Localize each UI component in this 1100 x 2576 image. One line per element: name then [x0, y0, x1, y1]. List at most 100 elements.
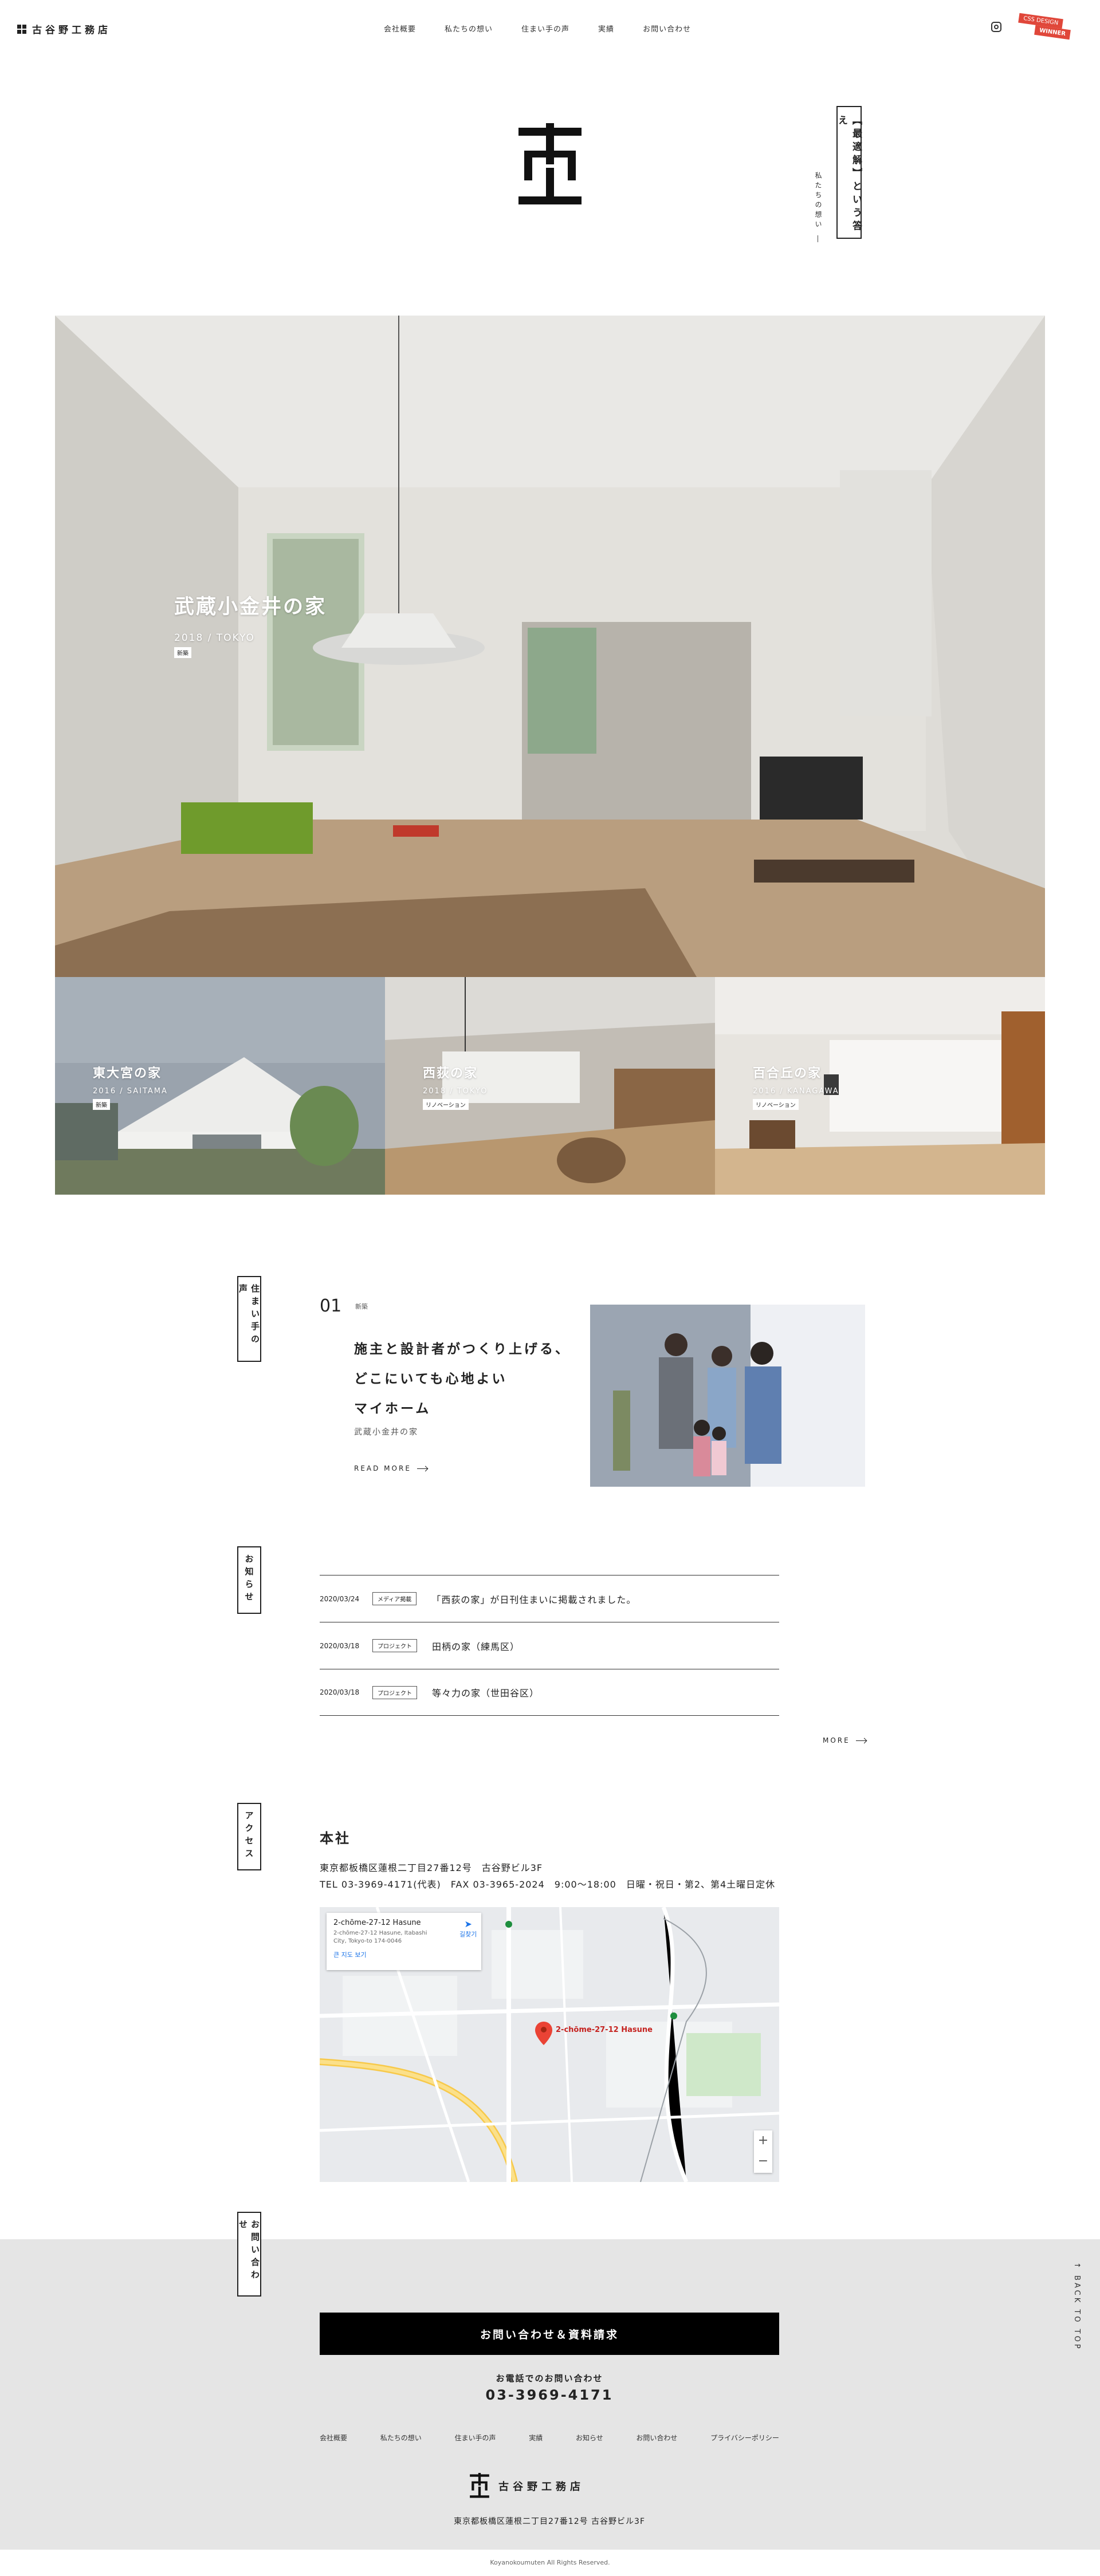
access-address: 東京都板橋区蓮根二丁目27番12号 古谷野ビル3F: [320, 1862, 543, 1873]
work-tile-title: 百合丘の家: [753, 1066, 822, 1081]
read-more-label: READ MORE: [354, 1464, 411, 1472]
award-ribbon-bottom: WINNER: [1034, 25, 1071, 40]
section-label-text: 住まい手の声: [238, 1284, 260, 1347]
voice-read-more-link[interactable]: READ MORE: [354, 1464, 427, 1472]
news-title: 「西荻の家」が日刊住まいに掲載されました。: [431, 1594, 637, 1605]
map-zoom-out-button[interactable]: −: [754, 2151, 772, 2172]
footer-nav-contact[interactable]: お問い合わせ: [636, 2433, 677, 2443]
nav-contact[interactable]: お問い合わせ: [643, 23, 691, 34]
work-tile-caption: 百合丘の家 2016 / KANAGAWA リノベーション: [753, 1063, 839, 1110]
news-category-badge: プロジェクト: [372, 1639, 417, 1652]
work-tile-yurigaoka[interactable]: 百合丘の家 2016 / KANAGAWA リノベーション: [715, 977, 1045, 1195]
more-label: MORE: [823, 1736, 850, 1744]
work-tile-badge: リノベーション: [753, 1099, 799, 1110]
tel-number-link[interactable]: 03-3969-4171: [320, 2387, 779, 2403]
voice-number: 01: [320, 1296, 342, 1316]
access-heading: 本社: [320, 1830, 351, 1846]
news-item[interactable]: 2020/03/18 プロジェクト 田柄の家（練馬区）: [320, 1622, 779, 1669]
voice-title-line: マイホーム: [354, 1401, 431, 1416]
tel-label: お電話でのお問い合わせ: [496, 2373, 603, 2384]
logo-mark-icon: [17, 24, 26, 34]
work-main-musashikoganei[interactable]: 武蔵小金井の家 2018 / TOKYO 新築: [55, 316, 1045, 977]
news-date: 2020/03/24: [320, 1594, 360, 1603]
voice-tag: 新築: [355, 1303, 368, 1310]
map-card-address: 2-chōme-27-12 Hasune, Itabashi City, Tok…: [333, 1930, 427, 1944]
work-tile-title: 西荻の家: [423, 1066, 478, 1081]
map-larger-link[interactable]: 큰 지도 보기: [333, 1950, 474, 1959]
work-tile-badge: リノベーション: [423, 1099, 469, 1110]
news-item[interactable]: 2020/03/24 メディア掲載 「西荻の家」が日刊住まいに掲載されました。: [320, 1575, 779, 1622]
family-photo: [590, 1305, 865, 1487]
back-to-top-label: BACK TO TOP: [1072, 2275, 1081, 2351]
news-item[interactable]: 2020/03/18 プロジェクト 等々力の家（世田谷区）: [320, 1669, 779, 1716]
work-tile-nishiogi[interactable]: 西荻の家 2018 / TOKYO リノベーション: [385, 977, 715, 1195]
global-nav: 会社概要 私たちの想い 住まい手の声 実績 お問い合わせ: [384, 23, 720, 34]
site-logo[interactable]: 古谷野工務店: [17, 22, 111, 36]
news-category-badge: メディア掲載: [372, 1592, 417, 1605]
map-pin-label: 2-chōme-27-12 Hasune: [556, 2026, 653, 2034]
voice-title-line: 施主と設計者がつくり上げる、: [354, 1342, 571, 1357]
news-category-badge: プロジェクト: [372, 1685, 417, 1699]
news-list: 2020/03/24 メディア掲載 「西荻の家」が日刊住まいに掲載されました。 …: [320, 1575, 779, 1716]
voice-house-name: 武蔵小金井の家: [354, 1428, 418, 1437]
section-label-news: お知らせ: [237, 1546, 261, 1614]
work-tile-caption: 東大宮の家 2016 / SAITAMA 新築: [93, 1063, 168, 1110]
footer-nav-works[interactable]: 実績: [529, 2433, 543, 2443]
footer-nav-privacy[interactable]: プライバシーポリシー: [710, 2433, 779, 2443]
footer-nav: 会社概要 私たちの想い 住まい手の声 実績 お知らせ お問い合わせ プライバシー…: [320, 2433, 779, 2443]
work-main-year: 2018 / TOKYO: [174, 632, 255, 644]
map-directions-label: 길찾기: [459, 1931, 477, 1938]
work-tile-badge: 新築: [93, 1099, 110, 1110]
work-tile-year: 2018 / TOKYO: [423, 1087, 488, 1096]
work-main-caption: 武蔵小金井の家 2018 / TOKYO 新築: [174, 590, 327, 658]
news-date: 2020/03/18: [320, 1641, 360, 1650]
section-label-access: アクセス: [237, 1803, 261, 1870]
google-map[interactable]: 2-chōme-27-12 Hasune 2-chōme-27-12 Hasun…: [320, 1907, 779, 2182]
contact-request-button[interactable]: お問い合わせ＆資料請求: [320, 2313, 779, 2355]
voice-family-photo[interactable]: [590, 1305, 865, 1487]
catch-copy-box: 【最適解】という答え: [836, 106, 862, 239]
arrow-right-icon: [417, 1468, 427, 1469]
work-tile-year: 2016 / SAITAMA: [93, 1087, 168, 1096]
access-tel-info: TEL 03-3969-4171(代表) FAX 03-3965-2024 9:…: [320, 1879, 776, 1890]
news-title: 等々力の家（世田谷区）: [432, 1688, 540, 1699]
work-tile-higashiomiya[interactable]: 東大宮の家 2016 / SAITAMA 新築: [55, 977, 385, 1195]
footer-logo[interactable]: 古谷野工務店: [470, 2473, 584, 2499]
brand-mark-icon: [518, 123, 582, 204]
nav-voice[interactable]: 住まい手の声: [521, 23, 569, 34]
section-label-contact: お問い合わせ: [237, 2212, 261, 2297]
nav-company[interactable]: 会社概要: [384, 23, 416, 34]
section-label-text: お知らせ: [243, 1554, 254, 1605]
arrow-right-icon: [855, 1740, 866, 1741]
back-to-top-link[interactable]: ↑ BACK TO TOP: [1072, 2262, 1081, 2351]
footer-nav-voice[interactable]: 住まい手の声: [454, 2433, 496, 2443]
catch-copy: 【最適解】という答え: [836, 115, 862, 234]
site-header: 古谷野工務店 会社概要 私たちの想い 住まい手の声 実績 お問い合わせ CSS …: [0, 0, 1100, 57]
footer-nav-company[interactable]: 会社概要: [320, 2433, 347, 2443]
nav-works[interactable]: 実績: [598, 23, 614, 34]
work-main-title: 武蔵小金井の家: [174, 596, 327, 619]
map-info-card: 2-chōme-27-12 Hasune 2-chōme-27-12 Hasun…: [327, 1913, 481, 1970]
brand-mark-icon: [470, 2473, 489, 2498]
footer-logo-text: 古谷野工務店: [498, 2481, 584, 2493]
footer-nav-philosophy[interactable]: 私たちの想い: [380, 2433, 422, 2443]
work-tile-year: 2016 / KANAGAWA: [753, 1087, 839, 1096]
footer-nav-news[interactable]: お知らせ: [576, 2433, 603, 2443]
news-more-link[interactable]: MORE: [823, 1736, 866, 1744]
footer-address: 東京都板橋区蓮根二丁目27番12号 古谷野ビル3F: [453, 2517, 646, 2526]
instagram-icon[interactable]: [991, 22, 1001, 32]
work-tile-caption: 西荻の家 2018 / TOKYO リノベーション: [423, 1063, 488, 1110]
map-zoom-in-button[interactable]: +: [754, 2130, 772, 2151]
section-label-text: アクセス: [243, 1811, 254, 1861]
voice-title-line: どこにいても心地よい: [354, 1372, 508, 1387]
philosophy-link[interactable]: 私たちの想い ―: [814, 172, 823, 245]
award-ribbon[interactable]: CSS DESIGN WINNER: [1014, 13, 1093, 40]
nav-philosophy[interactable]: 私たちの想い: [445, 23, 493, 34]
directions-icon: ➤: [464, 1919, 472, 1929]
news-title: 田柄の家（練馬区）: [432, 1641, 520, 1652]
work-tile-title: 東大宮の家: [93, 1066, 162, 1081]
section-label-voice: 住まい手の声: [237, 1276, 261, 1362]
map-card-title: 2-chōme-27-12 Hasune: [333, 1919, 421, 1927]
map-zoom-control: + −: [754, 2130, 772, 2173]
map-directions-link[interactable]: ➤ 길찾기: [459, 1919, 477, 1939]
